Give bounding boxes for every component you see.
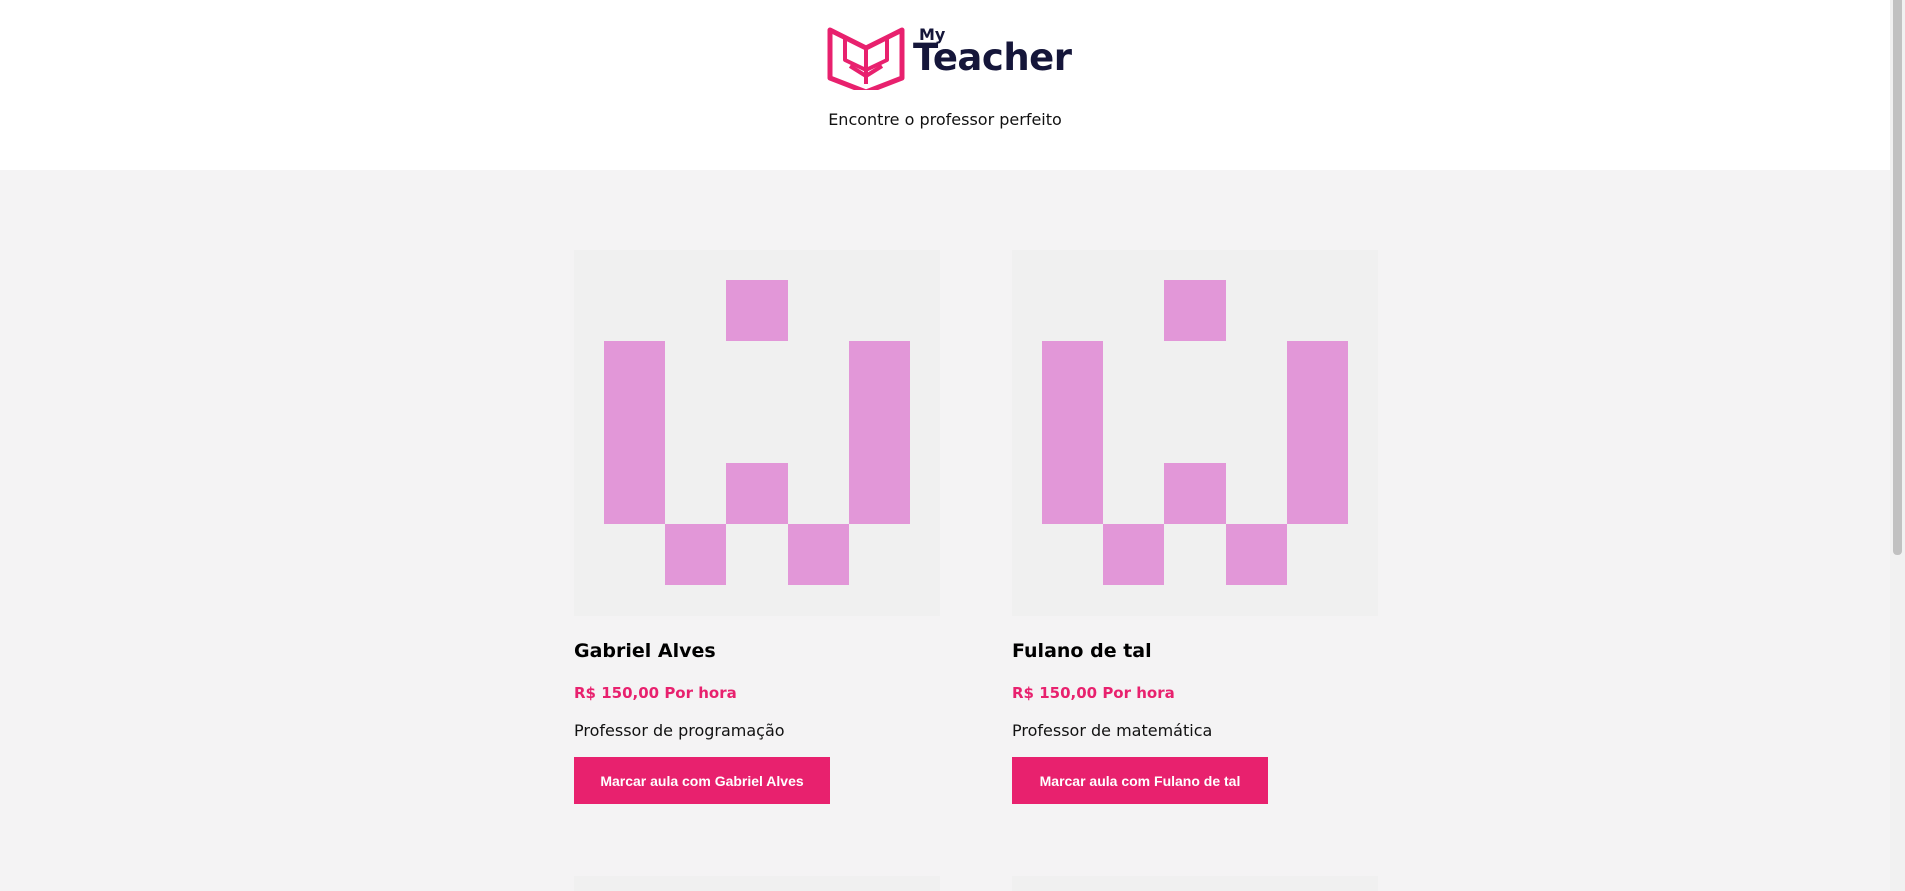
logo-teacher-text: Teacher	[913, 36, 1072, 79]
book-class-button[interactable]: Marcar aula com Fulano de tal	[1012, 757, 1268, 804]
teacher-avatar	[1012, 250, 1378, 616]
teacher-avatar	[574, 250, 940, 616]
teacher-price: R$ 150,00 Por hora	[1012, 684, 1175, 702]
scrollbar-thumb[interactable]	[1893, 0, 1902, 555]
teacher-card: Gabriel Alves R$ 150,00 Por hora Profess…	[574, 250, 940, 804]
teacher-name: Gabriel Alves	[574, 640, 716, 662]
identicon-image	[604, 280, 910, 585]
teacher-avatar-partial	[574, 876, 940, 891]
teacher-price: R$ 150,00 Por hora	[574, 684, 737, 702]
teacher-name: Fulano de tal	[1012, 640, 1152, 662]
teacher-avatar-partial	[1012, 876, 1378, 891]
page-scrollbar[interactable]	[1890, 0, 1905, 891]
teacher-description: Professor de matemática	[1012, 721, 1213, 740]
site-header: My Teacher Encontre o professor perfeito	[0, 0, 1890, 170]
open-book-icon	[827, 27, 905, 90]
teacher-card: Fulano de tal R$ 150,00 Por hora Profess…	[1012, 250, 1378, 804]
identicon-image	[1042, 280, 1348, 585]
myteacher-logo[interactable]: My Teacher	[827, 22, 1072, 90]
tagline: Encontre o professor perfeito	[828, 110, 1062, 129]
book-class-button[interactable]: Marcar aula com Gabriel Alves	[574, 757, 830, 804]
teacher-description: Professor de programação	[574, 721, 785, 740]
